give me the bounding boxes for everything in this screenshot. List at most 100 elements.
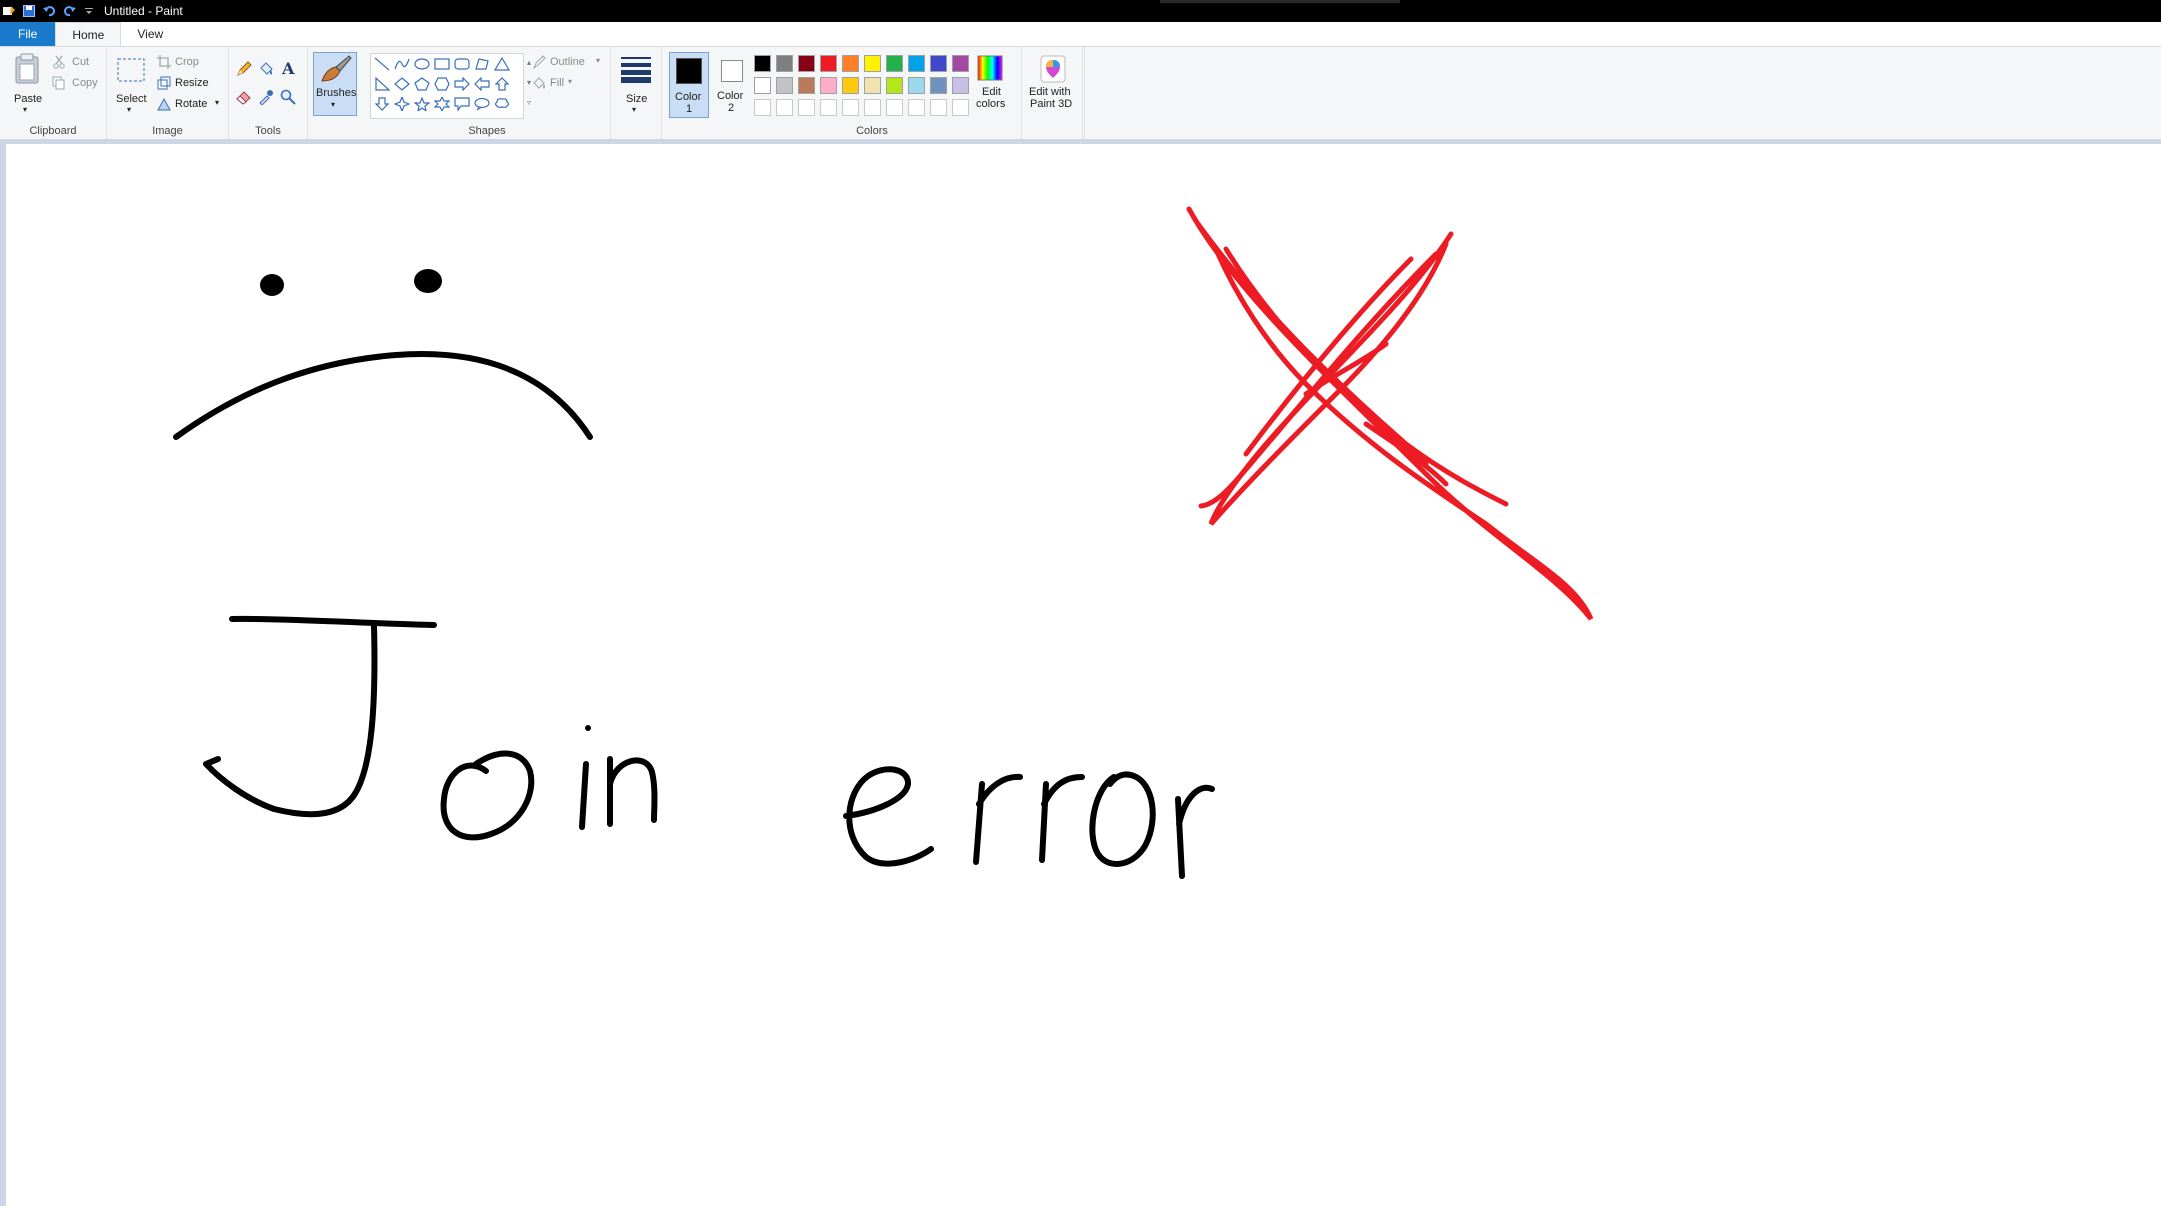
custom-color-slot[interactable] bbox=[842, 99, 859, 116]
custom-color-slot[interactable] bbox=[864, 99, 881, 116]
palette-swatch[interactable] bbox=[820, 55, 837, 72]
palette-swatch[interactable] bbox=[864, 55, 881, 72]
palette-swatch[interactable] bbox=[930, 55, 947, 72]
letter-n-stroke bbox=[607, 756, 658, 827]
paint3d-icon bbox=[1040, 55, 1066, 83]
crop-icon bbox=[157, 55, 171, 69]
tools-group-label: Tools bbox=[255, 125, 281, 137]
paste-button[interactable]: Paste ▾ bbox=[10, 53, 44, 114]
eraser-icon bbox=[236, 91, 251, 105]
palette-swatch[interactable] bbox=[952, 55, 969, 72]
palette-swatch[interactable] bbox=[820, 77, 837, 94]
save-icon[interactable] bbox=[22, 4, 36, 18]
rotate-dropdown-icon[interactable]: ▾ bbox=[215, 98, 219, 107]
up-arrow-shape-icon[interactable] bbox=[493, 76, 511, 92]
rounded-rectangle-shape-icon[interactable] bbox=[453, 56, 471, 72]
fill-dropdown-icon[interactable]: ▾ bbox=[568, 77, 572, 86]
outline-dropdown-icon[interactable]: ▾ bbox=[596, 56, 600, 65]
color1-button[interactable]: Color 1 bbox=[669, 52, 709, 118]
fill-tool[interactable] bbox=[258, 61, 278, 81]
shapes-expand-icon[interactable]: ▿ bbox=[524, 93, 534, 113]
palette-swatch[interactable] bbox=[908, 55, 925, 72]
polygon-shape-icon[interactable] bbox=[473, 56, 491, 72]
paint-app-icon[interactable] bbox=[2, 4, 16, 18]
cut-button[interactable]: Cut bbox=[52, 55, 102, 71]
fill-bucket-icon bbox=[533, 77, 545, 89]
palette-swatch[interactable] bbox=[886, 55, 903, 72]
custom-color-slot[interactable] bbox=[908, 99, 925, 116]
palette-swatch[interactable] bbox=[798, 55, 815, 72]
select-dropdown-icon[interactable]: ▾ bbox=[127, 105, 131, 114]
copy-button[interactable]: Copy bbox=[52, 76, 102, 92]
line-shape-icon[interactable] bbox=[373, 56, 391, 72]
brushes-button[interactable]: Brushes ▾ bbox=[313, 52, 357, 116]
four-point-star-shape-icon[interactable] bbox=[393, 96, 411, 112]
six-point-star-shape-icon[interactable] bbox=[433, 96, 451, 112]
palette-swatch[interactable] bbox=[754, 77, 771, 94]
palette-swatch[interactable] bbox=[952, 77, 969, 94]
fill-button[interactable]: Fill ▾ bbox=[532, 76, 607, 92]
crop-button[interactable]: Crop bbox=[157, 55, 225, 71]
undo-icon[interactable] bbox=[42, 4, 56, 18]
rotate-button[interactable]: Rotate ▾ bbox=[157, 97, 225, 113]
paste-dropdown-icon[interactable]: ▾ bbox=[23, 105, 27, 114]
custom-color-slot[interactable] bbox=[930, 99, 947, 116]
down-arrow-shape-icon[interactable] bbox=[373, 96, 391, 112]
text-tool[interactable]: A bbox=[280, 59, 300, 79]
left-arrow-shape-icon[interactable] bbox=[473, 76, 491, 92]
palette-swatch[interactable] bbox=[798, 77, 815, 94]
rectangular-callout-shape-icon[interactable] bbox=[453, 96, 471, 112]
select-button[interactable]: Select ▾ bbox=[113, 53, 149, 115]
custom-color-slot[interactable] bbox=[776, 99, 793, 116]
palette-swatch[interactable] bbox=[754, 55, 771, 72]
edit-with-paint3d-button[interactable]: Edit with Paint 3D bbox=[1024, 53, 1082, 119]
frown-stroke bbox=[173, 351, 593, 440]
cloud-callout-shape-icon[interactable] bbox=[493, 96, 511, 112]
diamond-shape-icon[interactable] bbox=[393, 76, 411, 92]
oval-callout-shape-icon[interactable] bbox=[473, 96, 491, 112]
customize-toolbar-icon[interactable] bbox=[82, 4, 96, 18]
palette-swatch[interactable] bbox=[930, 77, 947, 94]
rectangle-shape-icon[interactable] bbox=[433, 56, 451, 72]
scissors-icon bbox=[53, 55, 65, 69]
resize-button[interactable]: Resize bbox=[157, 76, 225, 92]
redo-icon[interactable] bbox=[62, 4, 76, 18]
tab-file[interactable]: File bbox=[0, 22, 56, 46]
color2-button[interactable]: Color 2 bbox=[712, 52, 752, 118]
palette-swatch[interactable] bbox=[908, 77, 925, 94]
pencil-tool[interactable] bbox=[236, 61, 256, 81]
right-arrow-shape-icon[interactable] bbox=[453, 76, 471, 92]
oval-shape-icon[interactable] bbox=[413, 56, 431, 72]
select-label: Select bbox=[116, 93, 147, 105]
magnifier-tool[interactable] bbox=[280, 89, 300, 109]
palette-swatch[interactable] bbox=[776, 77, 793, 94]
custom-color-slot[interactable] bbox=[886, 99, 903, 116]
pentagon-shape-icon[interactable] bbox=[413, 76, 431, 92]
palette-swatch[interactable] bbox=[776, 55, 793, 72]
drawing-canvas[interactable] bbox=[6, 144, 2161, 1206]
letter-e-stroke bbox=[843, 766, 934, 867]
shapes-gallery bbox=[370, 53, 524, 119]
triangle-shape-icon[interactable] bbox=[493, 56, 511, 72]
tab-home[interactable]: Home bbox=[55, 22, 122, 46]
hexagon-shape-icon[interactable] bbox=[433, 76, 451, 92]
curve-shape-icon[interactable] bbox=[393, 56, 411, 72]
tab-view[interactable]: View bbox=[121, 22, 179, 46]
right-triangle-shape-icon[interactable] bbox=[373, 76, 391, 92]
eraser-tool[interactable] bbox=[236, 89, 256, 109]
edit-colors-button[interactable]: Edit colors bbox=[970, 53, 1010, 119]
custom-color-slot[interactable] bbox=[754, 99, 771, 116]
custom-color-slot[interactable] bbox=[952, 99, 969, 116]
custom-color-slot[interactable] bbox=[820, 99, 837, 116]
outline-button[interactable]: Outline ▾ bbox=[532, 55, 607, 71]
color1-label-line2: 1 bbox=[686, 103, 693, 115]
palette-swatch[interactable] bbox=[886, 77, 903, 94]
palette-swatch[interactable] bbox=[842, 77, 859, 94]
custom-color-slot[interactable] bbox=[798, 99, 815, 116]
window-title: Untitled - Paint bbox=[104, 4, 183, 18]
five-point-star-shape-icon[interactable] bbox=[413, 96, 431, 112]
palette-swatch[interactable] bbox=[842, 55, 859, 72]
size-button[interactable]: Size ▾ bbox=[617, 53, 655, 117]
color-picker-tool[interactable] bbox=[258, 89, 278, 109]
palette-swatch[interactable] bbox=[864, 77, 881, 94]
